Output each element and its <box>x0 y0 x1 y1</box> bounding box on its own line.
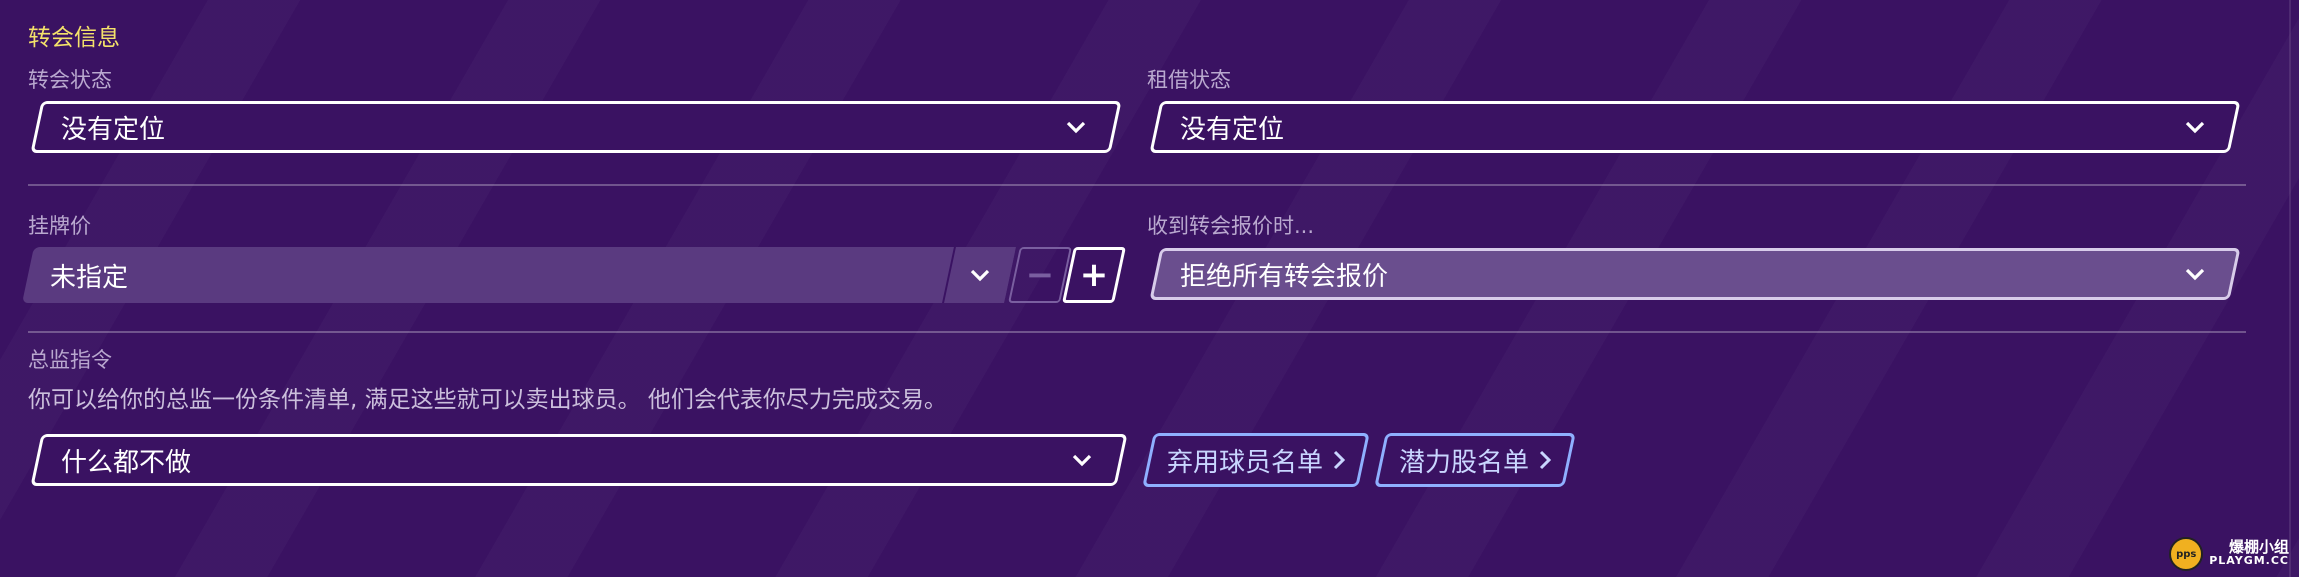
minus-icon: − <box>1025 255 1055 295</box>
list-price-dropdown-button[interactable] <box>942 247 1016 303</box>
list-price-value: 未指定 <box>50 262 129 293</box>
section-title: 转会信息 <box>28 25 120 51</box>
chevron-down-icon <box>1072 454 1092 467</box>
watermark-url: PLAYGM.CC <box>2209 554 2289 567</box>
watermark: pps 爆棚小组 PLAYGM.CC <box>2169 537 2289 571</box>
chevron-down-icon <box>2185 121 2205 134</box>
chevron-down-icon <box>2185 268 2205 281</box>
offer-response-label: 收到转会报价时... <box>1147 214 1315 238</box>
chevron-down-icon <box>970 269 990 282</box>
chevron-right-icon <box>1333 450 1345 470</box>
prospect-list-label: 潜力股名单 <box>1398 447 1529 478</box>
watermark-title: 爆棚小组 <box>2228 538 2289 556</box>
transfer-list-button[interactable]: 弃用球员名单 <box>1142 433 1370 487</box>
offer-response-value: 拒绝所有转会报价 <box>1180 261 1389 292</box>
transfer-status-label: 转会状态 <box>28 68 112 92</box>
plus-icon: + <box>1079 255 1109 295</box>
divider <box>28 331 2246 333</box>
director-instruction-value: 什么都不做 <box>61 447 192 478</box>
chevron-right-icon <box>1539 450 1551 470</box>
director-label: 总监指令 <box>28 348 112 372</box>
loan-status-label: 租借状态 <box>1147 68 1231 92</box>
transfer-status-select[interactable]: 没有定位 <box>30 101 1122 153</box>
director-hint: 你可以给你的总监一份条件清单, 满足这些就可以卖出球员。 他们会代表你尽力完成交… <box>28 387 947 413</box>
director-instruction-select[interactable]: 什么都不做 <box>30 434 1128 486</box>
list-price-field[interactable]: 未指定 <box>22 247 1016 303</box>
transfer-list-label: 弃用球员名单 <box>1166 447 1323 478</box>
decrease-button[interactable]: − <box>1008 247 1072 303</box>
increase-button[interactable]: + <box>1062 247 1126 303</box>
loan-status-value: 没有定位 <box>1180 114 1285 145</box>
list-price-label: 挂牌价 <box>28 214 91 238</box>
right-edge-line <box>2289 0 2291 577</box>
transfer-status-value: 没有定位 <box>61 114 166 145</box>
chevron-down-icon <box>1066 121 1086 134</box>
watermark-logo: pps <box>2169 537 2204 571</box>
loan-status-select[interactable]: 没有定位 <box>1149 101 2241 153</box>
prospect-list-button[interactable]: 潜力股名单 <box>1374 433 1576 487</box>
offer-response-select[interactable]: 拒绝所有转会报价 <box>1149 248 2241 300</box>
divider <box>28 184 2246 186</box>
